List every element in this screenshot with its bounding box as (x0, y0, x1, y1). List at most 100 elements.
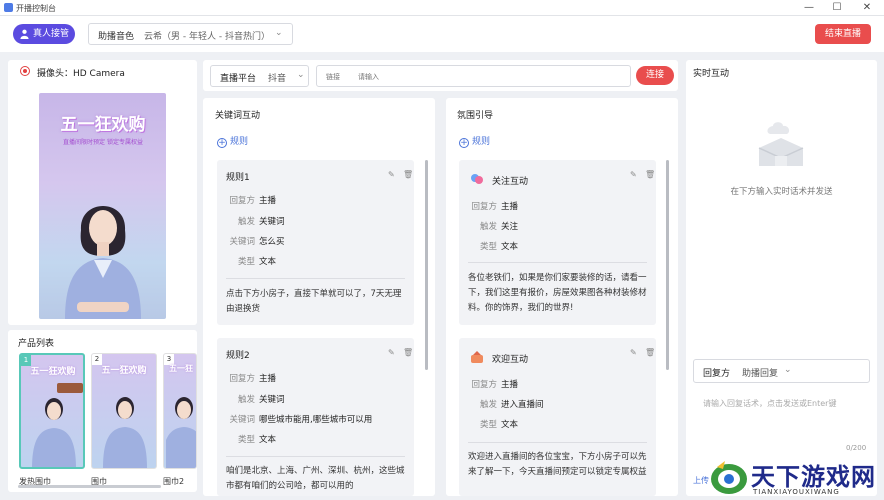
product-banner: 五一狂欢购 (30, 367, 76, 377)
welcome-icon (471, 351, 483, 363)
keyword-title: 关键词互动 (215, 111, 261, 121)
type-value: 文本 (259, 257, 277, 267)
delete-icon[interactable]: 🗑 (645, 348, 655, 357)
atmosphere-scrollbar[interactable] (666, 160, 669, 370)
type-value: 文本 (259, 435, 277, 445)
rule-title: 规则2 (226, 351, 250, 361)
trigger-value: 进入直播间 (501, 400, 544, 410)
reply-role-select[interactable]: 回复方 助播回复 ⌄ (693, 359, 870, 383)
plus-icon: + (217, 138, 227, 148)
atmosphere-rule-card: 关注互动 ✎ 🗑 回复方 主播 触发 关注 类型 文本 各位老铁们，如果是你们家… (459, 160, 656, 325)
delete-icon[interactable]: 🗑 (645, 170, 655, 179)
end-live-button[interactable]: 结束直播 (815, 24, 871, 44)
divider (226, 456, 405, 457)
trigger-value: 关键词 (259, 395, 285, 405)
close-window-button[interactable]: ✕ (855, 1, 879, 14)
watermark-logo (711, 461, 747, 494)
product-thumbnail (103, 397, 147, 468)
add-rule-label: 规则 (230, 137, 249, 147)
follow-icon (471, 174, 483, 184)
maximize-button[interactable]: ☐ (825, 1, 849, 14)
reply-value: 主播 (259, 196, 277, 206)
host-takeover-button[interactable]: 真人接管 (13, 24, 75, 44)
product-banner: 五一狂 (169, 364, 193, 373)
record-icon (20, 66, 30, 76)
trigger-label: 触发 (479, 222, 497, 232)
rule-content: 点击下方小房子，直接下单就可以了，7天无理由退换货 (226, 289, 402, 314)
add-atmosphere-rule-button[interactable]: + 规则 (459, 134, 490, 148)
atmosphere-rule-card: 欢迎互动 ✎ 🗑 回复方 主播 触发 进入直播间 类型 文本 欢迎进入直播间的各… (459, 338, 656, 496)
keyword-scrollbar[interactable] (425, 160, 428, 370)
link-label: 链接 (326, 73, 340, 81)
host-takeover-label: 真人接管 (33, 29, 70, 39)
keyword-rule-card: 规则2 ✎ 🗑 回复方 主播 触发 关键词 关键词 哪些城市能用,哪些城市可以用… (217, 338, 414, 496)
product-card[interactable]: 2 五一狂欢购 (91, 353, 157, 469)
link-field: 链接 (316, 65, 631, 87)
atmosphere-title: 氛围引导 (457, 111, 494, 121)
reply-label: 回复方 (229, 374, 255, 384)
type-label: 类型 (479, 242, 497, 252)
minimize-button[interactable]: — (797, 1, 821, 14)
trigger-value: 关注 (501, 222, 519, 232)
edit-icon[interactable]: ✎ (388, 170, 395, 179)
type-label: 类型 (237, 257, 255, 267)
platform-select[interactable]: 直播平台 抖音 ⌄ (210, 65, 309, 87)
edit-icon[interactable]: ✎ (630, 170, 637, 179)
platform-label: 直播平台 (220, 74, 257, 84)
preview-banner: 五一狂欢购 (60, 115, 146, 135)
rule-title: 欢迎互动 (492, 355, 529, 365)
product-name: 围巾2 (163, 477, 185, 486)
delete-icon[interactable]: 🗑 (403, 170, 413, 179)
connect-button[interactable]: 连接 (636, 66, 674, 85)
watermark: 天下游戏网 TIANXIAYOUXIWANG (709, 453, 884, 500)
product-card[interactable]: 1 五一狂欢购 (19, 353, 85, 469)
camera-title: 摄像头：HD Camera (37, 69, 125, 79)
rule-content: 咱们是北京、上海、广州、深圳、杭州，这些城市都有咱们的公司哈，都可以用的 (226, 466, 405, 491)
trigger-label: 触发 (479, 400, 497, 410)
keyword-label: 关键词 (229, 415, 255, 425)
preview-subtitle: 直播间限时预定 锁定专属权益 (63, 139, 143, 146)
trigger-value: 关键词 (259, 217, 285, 227)
empty-state-text: 在下方输入实时话术并发送 (730, 187, 833, 197)
trigger-label: 触发 (237, 395, 255, 405)
reply-role-label: 回复方 (703, 369, 731, 379)
rule-title: 规则1 (226, 173, 250, 183)
edit-icon[interactable]: ✎ (630, 348, 637, 357)
product-list-title: 产品列表 (18, 339, 55, 349)
keyword-label: 关键词 (229, 237, 255, 247)
add-keyword-rule-button[interactable]: + 规则 (217, 134, 248, 148)
product-thumbnail (32, 398, 76, 467)
reply-label: 回复方 (471, 202, 497, 212)
keyword-value: 哪些城市能用,哪些城市可以用 (259, 415, 373, 425)
chevron-down-icon: ⌄ (275, 28, 283, 38)
upload-link[interactable]: 上传 (693, 475, 709, 486)
delete-icon[interactable]: 🗑 (403, 348, 413, 357)
reply-label: 回复方 (471, 380, 497, 390)
keyword-rule-card: 规则1 ✎ 🗑 回复方 主播 触发 关键词 关键词 怎么买 类型 文本 点击下方… (217, 160, 414, 325)
rule-content: 各位老铁们，如果是你们家要装修的话，请看一下，我们这里有报价，房屋效果图各种材装… (468, 273, 647, 313)
watermark-subtitle: TIANXIAYOUXIWANG (753, 488, 840, 496)
watermark-title: 天下游戏网 (751, 463, 876, 491)
product-scrollbar[interactable] (18, 485, 161, 488)
reply-label: 回复方 (229, 196, 255, 206)
live-preview: 五一狂欢购 直播间限时预定 锁定专属权益 (39, 93, 166, 319)
platform-value: 抖音 (268, 74, 287, 84)
chevron-down-icon: ⌄ (297, 70, 305, 80)
type-value: 文本 (501, 242, 519, 252)
link-input[interactable] (358, 70, 618, 83)
voice-select[interactable]: 助播音色 云希（男 - 年轻人 - 抖音热门） ⌄ (88, 23, 293, 45)
window-title: 开播控制台 (16, 4, 56, 13)
char-counter: 0/200 (846, 444, 867, 452)
type-label: 类型 (237, 435, 255, 445)
realtime-message-input[interactable]: 请输入回复话术，点击发送或Enter键 (703, 398, 863, 409)
chevron-down-icon: ⌄ (784, 365, 792, 375)
product-banner: 五一狂欢购 (101, 366, 147, 376)
edit-icon[interactable]: ✎ (388, 348, 395, 357)
product-card[interactable]: 3 五一狂 (163, 353, 197, 469)
reply-value: 主播 (501, 380, 519, 390)
add-rule-label: 规则 (472, 137, 491, 147)
reply-value: 主播 (501, 202, 519, 212)
app-icon (4, 3, 13, 12)
title-bar: 开播控制台 — ☐ ✕ (0, 0, 884, 16)
empty-state-icon (758, 122, 804, 166)
